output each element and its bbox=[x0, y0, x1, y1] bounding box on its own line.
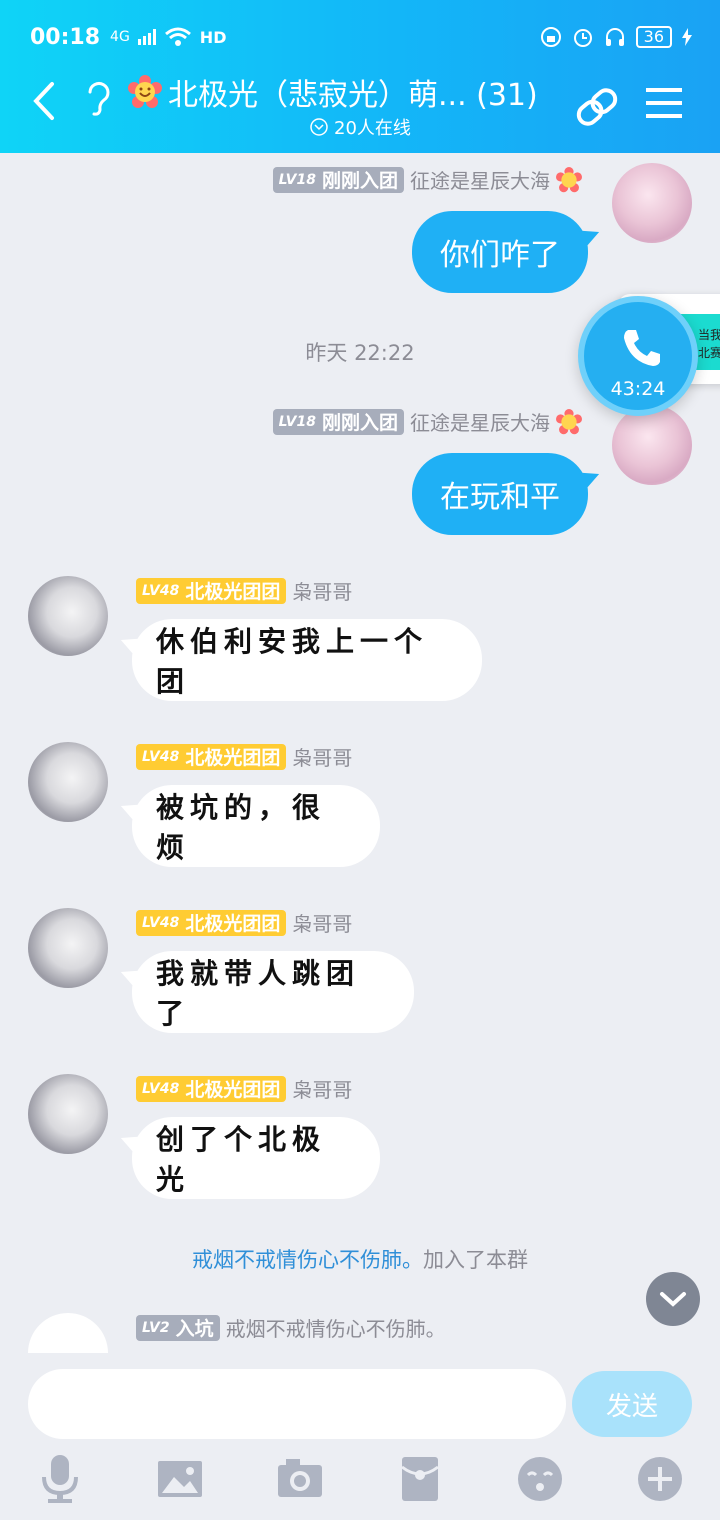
message-bubble[interactable]: 创了个北极光 bbox=[132, 1117, 380, 1199]
flower-emoji-icon bbox=[128, 75, 162, 108]
level-badge: LV48 北极光团团 bbox=[136, 577, 287, 604]
lock-rotate-icon bbox=[540, 27, 561, 47]
charging-icon bbox=[682, 28, 692, 46]
phone-icon bbox=[624, 330, 660, 366]
avatar[interactable] bbox=[612, 405, 692, 485]
plus-icon[interactable] bbox=[636, 1453, 684, 1505]
sender-name: 戒烟不戒情伤心不伤肺。 bbox=[225, 1317, 446, 1341]
sender-meta: LV48 北极光团团 枭哥哥 bbox=[136, 576, 352, 605]
status-time: 00:18 bbox=[30, 24, 101, 50]
system-message: 戒烟不戒情伤心不伤肺。加入了本群 bbox=[0, 1244, 720, 1274]
call-duration: 43:24 bbox=[610, 378, 666, 400]
input-toolbar bbox=[0, 1453, 720, 1509]
system-action: 加入了本群 bbox=[423, 1248, 528, 1272]
sender-meta: LV18 刚刚入团 征途是星辰大海 bbox=[272, 165, 582, 194]
alarm-icon bbox=[573, 29, 592, 47]
sender-meta: LV18 刚刚入团 征途是星辰大海 bbox=[272, 407, 582, 436]
emoji-icon[interactable] bbox=[516, 1453, 564, 1505]
avatar[interactable] bbox=[28, 1313, 108, 1353]
avatar[interactable] bbox=[28, 742, 108, 822]
headphones-icon bbox=[605, 28, 624, 46]
message-bubble[interactable]: 被坑的，很烦 bbox=[132, 785, 380, 867]
signal-icon bbox=[137, 29, 156, 45]
avatar[interactable] bbox=[28, 1074, 108, 1154]
status-bar: 00:18 4G HD 36 bbox=[30, 22, 692, 52]
flower-emoji-icon bbox=[556, 166, 582, 192]
wifi-icon bbox=[164, 27, 191, 46]
group-title[interactable]: 北极光（悲寂光）萌... (31) bbox=[128, 70, 538, 114]
send-button[interactable]: 发送 bbox=[572, 1371, 692, 1437]
avatar[interactable] bbox=[28, 576, 108, 656]
hd-label: HD bbox=[199, 27, 227, 47]
header: 00:18 4G HD 36 北极光（悲寂光）萌... (31) 20人在线 bbox=[0, 0, 720, 153]
chevron-down-icon bbox=[660, 1292, 686, 1307]
chevron-down-circle-icon bbox=[310, 118, 328, 136]
sender-name: 枭哥哥 bbox=[292, 746, 353, 770]
sender-meta: LV48 北极光团团 枭哥哥 bbox=[136, 1074, 352, 1103]
online-count: 20人在线 bbox=[310, 114, 411, 140]
red-packet-icon[interactable] bbox=[396, 1453, 444, 1505]
camera-icon[interactable] bbox=[276, 1453, 324, 1505]
flower-emoji-icon bbox=[556, 408, 582, 434]
sender-name: 征途是星辰大海 bbox=[410, 411, 550, 435]
sender-meta: LV48 北极光团团 枭哥哥 bbox=[136, 742, 352, 771]
input-area: 发送 bbox=[0, 1353, 720, 1520]
level-badge: LV2 入坑 bbox=[136, 1314, 220, 1341]
message-bubble[interactable]: 休伯利安我上一个团 bbox=[132, 619, 482, 701]
message-bubble[interactable]: 我就带人跳团了 bbox=[132, 951, 414, 1033]
sender-name: 枭哥哥 bbox=[292, 1078, 353, 1102]
title-bar: 北极光（悲寂光）萌... (31) 20人在线 bbox=[0, 68, 720, 140]
image-icon[interactable] bbox=[156, 1453, 204, 1505]
level-badge: LV18 刚刚入团 bbox=[272, 166, 404, 193]
level-badge: LV18 刚刚入团 bbox=[272, 408, 404, 435]
message-bubble[interactable]: 在玩和平 bbox=[412, 453, 588, 535]
level-badge: LV48 北极光团团 bbox=[136, 743, 287, 770]
scroll-to-bottom-button[interactable] bbox=[646, 1272, 700, 1326]
member-link[interactable]: 戒烟不戒情伤心不伤肺。 bbox=[192, 1248, 423, 1272]
link-icon[interactable] bbox=[572, 84, 622, 130]
menu-icon[interactable] bbox=[646, 86, 682, 120]
level-badge: LV48 北极光团团 bbox=[136, 909, 287, 936]
group-title-text: 北极光（悲寂光）萌... (31) bbox=[168, 78, 538, 113]
sender-name: 枭哥哥 bbox=[292, 912, 353, 936]
avatar[interactable] bbox=[612, 163, 692, 243]
ear-icon[interactable] bbox=[82, 78, 112, 118]
message-bubble[interactable]: 你们咋了 bbox=[412, 211, 588, 293]
back-button[interactable] bbox=[28, 78, 64, 124]
message-input[interactable] bbox=[28, 1369, 566, 1439]
level-badge: LV48 北极光团团 bbox=[136, 1075, 287, 1102]
sender-meta: LV48 北极光团团 枭哥哥 bbox=[136, 908, 352, 937]
microphone-icon[interactable] bbox=[36, 1453, 84, 1505]
sender-name: 枭哥哥 bbox=[292, 580, 353, 604]
sender-name: 征途是星辰大海 bbox=[410, 169, 550, 193]
voice-call-button[interactable]: 43:24 bbox=[578, 296, 698, 416]
battery-indicator: 36 bbox=[635, 26, 672, 48]
avatar[interactable] bbox=[28, 908, 108, 988]
online-count-text: 20人在线 bbox=[334, 118, 411, 139]
sender-meta: LV2 入坑 戒烟不戒情伤心不伤肺。 bbox=[136, 1313, 446, 1342]
network-label: 4G bbox=[110, 29, 130, 45]
